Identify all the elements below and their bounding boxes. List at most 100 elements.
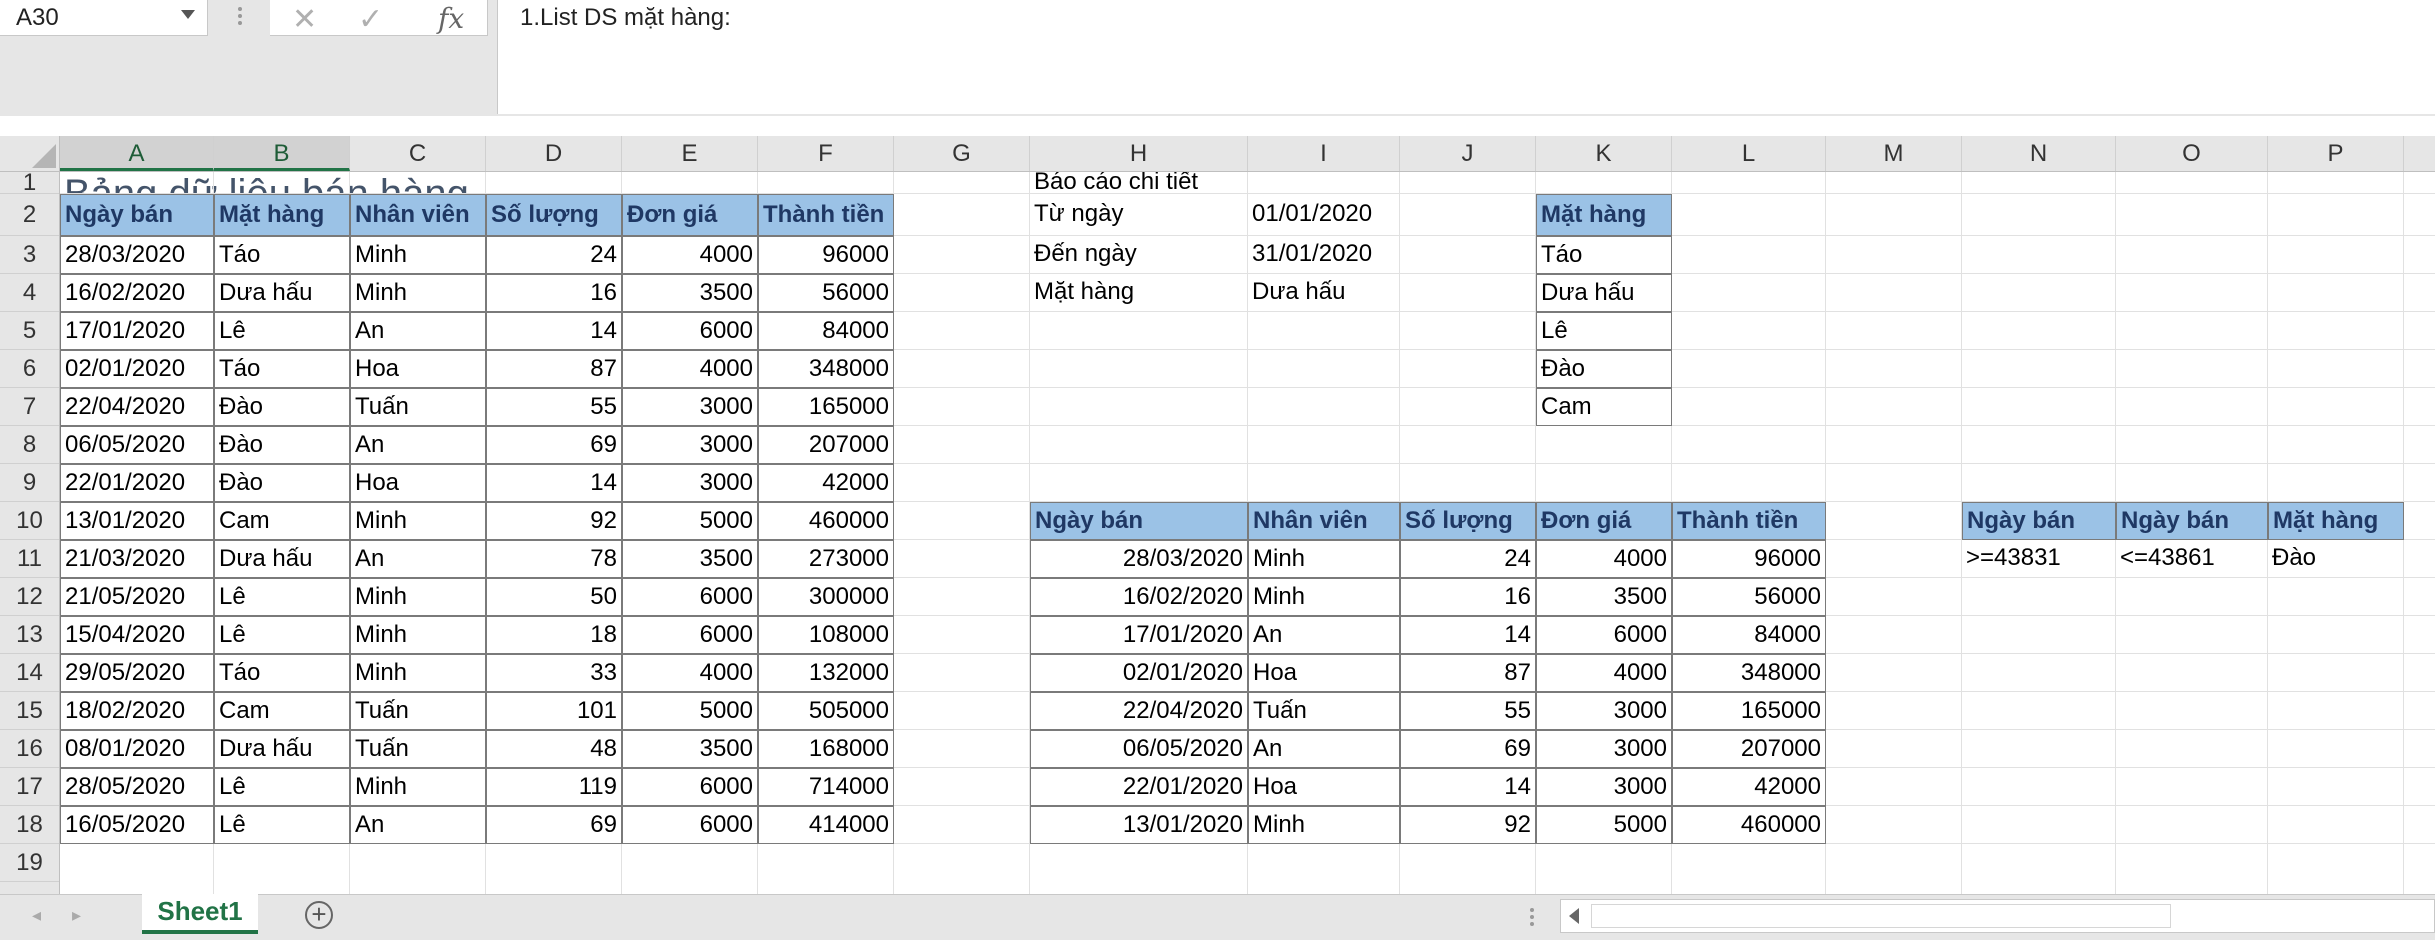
table-cell[interactable]: 5000 [622, 502, 758, 540]
result-cell[interactable]: 55 [1400, 692, 1536, 730]
table-cell[interactable]: Táo [214, 236, 350, 274]
result-header[interactable]: Thành tiền [1672, 502, 1826, 540]
column-header-h[interactable]: H [1030, 136, 1248, 171]
result-cell[interactable]: Hoa [1248, 768, 1400, 806]
result-cell[interactable]: Minh [1248, 540, 1400, 578]
result-cell[interactable]: 5000 [1536, 806, 1672, 844]
more-vertical-icon[interactable] [236, 4, 244, 30]
table-cell[interactable]: Minh [350, 502, 486, 540]
result-cell[interactable]: 96000 [1672, 540, 1826, 578]
table-cell[interactable]: 78 [486, 540, 622, 578]
column-header-d[interactable]: D [486, 136, 622, 171]
report-value[interactable]: Dưa hấu [1248, 274, 1400, 312]
table-cell[interactable]: 505000 [758, 692, 894, 730]
table-cell[interactable]: 14 [486, 312, 622, 350]
table-cell[interactable]: 28/05/2020 [60, 768, 214, 806]
scrollbar-thumb[interactable] [1591, 904, 2171, 928]
table-cell[interactable]: 14 [486, 464, 622, 502]
result-cell[interactable]: 3000 [1536, 692, 1672, 730]
select-all-button[interactable] [0, 136, 60, 172]
table-cell[interactable]: Đào [214, 426, 350, 464]
result-cell[interactable]: 02/01/2020 [1030, 654, 1248, 692]
check-icon[interactable]: ✓ [358, 2, 383, 37]
row-header-17[interactable]: 17 [0, 768, 59, 806]
result-cell[interactable]: 348000 [1672, 654, 1826, 692]
table-cell[interactable]: Táo [214, 654, 350, 692]
table-cell[interactable]: An [350, 426, 486, 464]
result-cell[interactable]: 13/01/2020 [1030, 806, 1248, 844]
column-header-i[interactable]: I [1248, 136, 1400, 171]
item-list-cell[interactable]: Lê [1536, 312, 1672, 350]
table-cell[interactable]: Tuấn [350, 730, 486, 768]
result-cell[interactable]: 56000 [1672, 578, 1826, 616]
table-cell[interactable]: 18 [486, 616, 622, 654]
table-cell[interactable]: 22/04/2020 [60, 388, 214, 426]
criteria-value[interactable]: >=43831 [1962, 540, 2116, 578]
table-cell[interactable]: Đào [214, 388, 350, 426]
table-cell[interactable]: 6000 [622, 806, 758, 844]
result-cell[interactable]: Hoa [1248, 654, 1400, 692]
row-header-4[interactable]: 4 [0, 274, 59, 312]
table-cell[interactable]: Cam [214, 692, 350, 730]
table-cell[interactable]: 96000 [758, 236, 894, 274]
column-header-l[interactable]: L [1672, 136, 1826, 171]
criteria-header[interactable]: Mặt hàng [2268, 502, 2404, 540]
column-header-a[interactable]: A [60, 136, 214, 171]
table-cell[interactable]: Minh [350, 274, 486, 312]
table-cell[interactable]: 207000 [758, 426, 894, 464]
result-cell[interactable]: 42000 [1672, 768, 1826, 806]
result-cell[interactable]: 3500 [1536, 578, 1672, 616]
insert-function-button[interactable]: fx [438, 2, 464, 35]
table-cell[interactable]: Hoa [350, 350, 486, 388]
row-header-7[interactable]: 7 [0, 388, 59, 426]
table-cell[interactable]: Tuấn [350, 692, 486, 730]
table-cell[interactable]: Dưa hấu [214, 540, 350, 578]
row-header-5[interactable]: 5 [0, 312, 59, 350]
table-cell[interactable]: Lê [214, 616, 350, 654]
column-header-k[interactable]: K [1536, 136, 1672, 171]
table-cell[interactable]: 18/02/2020 [60, 692, 214, 730]
result-cell[interactable]: An [1248, 730, 1400, 768]
table-cell[interactable]: 84000 [758, 312, 894, 350]
table-cell[interactable]: 4000 [622, 654, 758, 692]
table-cell[interactable]: Tuấn [350, 388, 486, 426]
criteria-header[interactable]: Ngày bán [1962, 502, 2116, 540]
table-cell[interactable]: Dưa hấu [214, 730, 350, 768]
result-cell[interactable]: 16/02/2020 [1030, 578, 1248, 616]
table-header[interactable]: Nhân viên [350, 194, 486, 236]
column-header-o[interactable]: O [2116, 136, 2268, 171]
row-header-18[interactable]: 18 [0, 806, 59, 844]
close-icon[interactable]: ✕ [292, 2, 317, 37]
table-cell[interactable]: 101 [486, 692, 622, 730]
row-header-16[interactable]: 16 [0, 730, 59, 768]
row-header-1[interactable]: 1 [0, 171, 59, 195]
row-header-8[interactable]: 8 [0, 426, 59, 464]
formula-input[interactable]: 1.List DS mặt hàng: [497, 0, 2435, 114]
row-header-6[interactable]: 6 [0, 350, 59, 388]
result-cell[interactable]: 84000 [1672, 616, 1826, 654]
scroll-left-icon[interactable] [1569, 908, 1579, 924]
result-cell[interactable]: 87 [1400, 654, 1536, 692]
table-cell[interactable]: Minh [350, 616, 486, 654]
result-cell[interactable]: 69 [1400, 730, 1536, 768]
table-cell[interactable]: An [350, 312, 486, 350]
result-cell[interactable]: 16 [1400, 578, 1536, 616]
item-list-header[interactable]: Mặt hàng [1536, 194, 1672, 236]
result-header[interactable]: Đơn giá [1536, 502, 1672, 540]
result-cell[interactable]: 4000 [1536, 654, 1672, 692]
row-header-15[interactable]: 15 [0, 692, 59, 730]
result-cell[interactable]: 207000 [1672, 730, 1826, 768]
table-cell[interactable]: Minh [350, 236, 486, 274]
column-header-p[interactable]: P [2268, 136, 2404, 171]
table-cell[interactable]: 02/01/2020 [60, 350, 214, 388]
row-header-11[interactable]: 11 [0, 540, 59, 578]
table-cell[interactable]: 3000 [622, 426, 758, 464]
more-vertical-icon[interactable] [1530, 905, 1534, 929]
row-header-14[interactable]: 14 [0, 654, 59, 692]
table-cell[interactable]: 15/04/2020 [60, 616, 214, 654]
table-cell[interactable]: 48 [486, 730, 622, 768]
table-cell[interactable]: 300000 [758, 578, 894, 616]
result-cell[interactable]: 6000 [1536, 616, 1672, 654]
table-cell[interactable]: 3500 [622, 540, 758, 578]
row-header-12[interactable]: 12 [0, 578, 59, 616]
